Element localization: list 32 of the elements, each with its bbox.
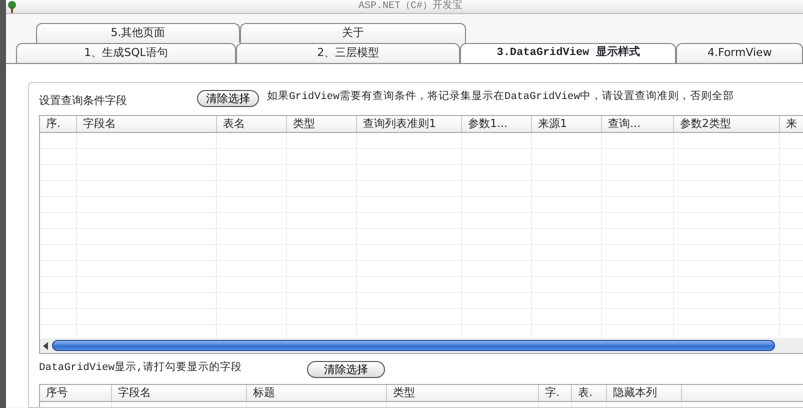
column-header[interactable]: 序号 [40,385,112,401]
column-header[interactable]: 查询... [602,116,674,132]
tree-icon [6,0,18,12]
column-header[interactable]: 类型 [287,116,357,132]
tab[interactable]: 关于 [240,23,466,43]
tab[interactable]: 1、生成SQL语句 [16,43,236,63]
clear-selection-button[interactable]: 清除选择 [197,90,259,106]
tab[interactable]: 5.其他页面 [36,23,240,43]
column-header[interactable]: 类型 [387,385,539,401]
column-header[interactable]: 查询列表准则1 [357,116,462,132]
column-header[interactable]: 表名 [217,116,287,132]
column-header[interactable]: 字段名 [112,385,247,401]
tab[interactable]: 4.FormView [676,43,803,63]
column-header[interactable]: 表. [572,385,607,401]
clear-selection-button[interactable]: 清除选择 [307,360,385,378]
column-header[interactable]: 标题 [247,385,387,401]
tab[interactable]: 2、三层模型 [236,43,460,63]
scroll-left-icon[interactable] [42,342,50,350]
column-header[interactable]: 序. [40,116,77,132]
tab[interactable]: 3.DataGridView 显示样式 [460,43,676,63]
column-header[interactable]: 参数1... [462,116,532,132]
column-header[interactable]: 字段名 [77,116,217,132]
column-header[interactable]: 来源1 [532,116,602,132]
horizontal-scrollbar[interactable] [40,338,803,353]
section-label: DataGridView显示,请打勾要显示的字段 [39,361,243,376]
hint-text: 如果GridView需要有查询条件，将记录集显示在DataGridView中，请设置查询准则，否则全部 [267,90,734,106]
column-header[interactable]: 隐藏本列 [607,385,682,401]
column-header[interactable]: 参数2类型 [674,116,780,132]
section-label: 设置查询条件字段 [39,92,128,109]
column-header[interactable]: 字. [539,385,572,401]
column-header[interactable]: 来 [780,116,803,132]
scrollbar-thumb[interactable] [52,340,775,351]
